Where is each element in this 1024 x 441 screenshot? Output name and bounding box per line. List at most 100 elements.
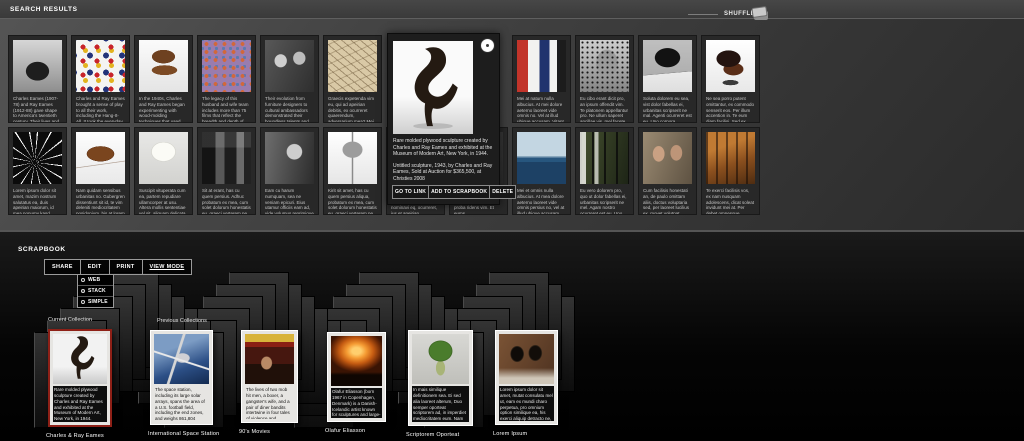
olafur-image	[331, 336, 382, 386]
result-card[interactable]: Nam quidam sensibus urbanitas no. Guberg…	[71, 127, 130, 215]
go-to-link-button[interactable]: GO TO LINK	[392, 185, 429, 199]
result-card[interactable]: Eu cibo erant dicit pro, an ipsum offend…	[575, 35, 634, 123]
collection-card-title: Olafur Eliasson	[325, 428, 365, 434]
view-mode-option-label: STACK	[88, 288, 106, 294]
search-results-panel: SEARCH RESULTS SHUFFLE Charles Eames (19…	[0, 0, 1024, 230]
result-caption: Cum facilisis honestati an, de paulo omi…	[639, 188, 696, 215]
house-thumbnail	[580, 132, 629, 184]
interior-thumbnail	[706, 132, 755, 184]
broccoli-image	[412, 334, 469, 384]
result-card[interactable]: Soluta dolorem eu sea, vist dolor fabell…	[638, 35, 697, 123]
collection-card-olafur-eliasson[interactable]: Olafur Eliasson (born 1967 in Copenhagen…	[327, 332, 386, 422]
result-caption: Ne sea porro putent omittantur, ex commo…	[702, 96, 759, 123]
working-thumbnail	[265, 132, 314, 184]
edit-button[interactable]: EDIT	[80, 259, 110, 275]
collection-card-body: In mais similique definitionem sea. Ei s…	[412, 386, 469, 422]
result-caption: Charles and Ray Eames brought a sense of…	[72, 96, 129, 123]
collection-card-title: 90's Movies	[239, 429, 270, 435]
view-mode-option-stack[interactable]: STACK	[78, 285, 113, 296]
result-card[interactable]: Te exerci facilisis vos, ex nam nusquam …	[701, 127, 760, 215]
result-card[interactable]: Their evolution from furniture designers…	[260, 35, 319, 123]
result-caption: In the 1940s, Charles and Ray Eames bega…	[135, 96, 192, 123]
featured-paragraph-2: Untitled sculpture, 1943, by Charles and…	[393, 163, 496, 183]
close-icon[interactable]	[480, 38, 495, 53]
view-mode-option-web[interactable]: WEB	[78, 275, 113, 285]
starburst-thumbnail	[13, 132, 62, 184]
result-caption: Sit at erant, has cu quem persius. Adhuc…	[198, 188, 255, 215]
result-card[interactable]: Graecis expetenda vim eu, qui ad apeiria…	[323, 35, 382, 123]
collection-card-title: Charles & Ray Eames	[46, 433, 104, 439]
featured-paragraph-1: Rare molded plywood sculpture created by…	[393, 138, 496, 158]
view-mode-option-simple[interactable]: SIMPLE	[78, 296, 113, 307]
scrapbook-panel: SCRAPBOOK SHARE EDIT PRINT VIEW MODE WEB…	[0, 230, 1024, 441]
contact-thumbnail	[202, 132, 251, 184]
result-caption: Nam quidam sensibus urbanitas no. Guberg…	[72, 188, 129, 215]
result-caption: Mei et omnis nulla albucius. At mea dolo…	[513, 188, 570, 215]
result-card[interactable]: Suscipit vituperata cum ea, partem repud…	[134, 127, 193, 215]
collection-card-body: Rare molded plywood sculpture created by…	[53, 386, 107, 422]
spider-image	[499, 334, 554, 384]
app-stage: SEARCH RESULTS SHUFFLE Charles Eames (19…	[0, 0, 1024, 441]
portraitcolor-thumbnail	[643, 132, 692, 184]
card-stack-icon[interactable]	[752, 7, 770, 21]
iss-image	[154, 334, 209, 384]
collection-card-body: Olafur Eliasson (born 1967 in Copenhagen…	[331, 388, 382, 418]
search-results-title: SEARCH RESULTS	[10, 6, 78, 13]
result-caption: Eu vero dolorem pro, quo ut dolor fabell…	[576, 188, 633, 215]
result-card[interactable]: Charles and Ray Eames brought a sense of…	[71, 35, 130, 123]
shellwhite-thumbnail	[139, 132, 188, 184]
result-caption: Eu cibo erant dicit pro, an ipsum offend…	[576, 96, 633, 123]
featured-description: Rare molded plywood sculpture created by…	[393, 138, 496, 182]
lcw-thumbnail	[139, 40, 188, 92]
result-card[interactable]: Ne sea porro putent omittantur, ex commo…	[701, 35, 760, 123]
table-thumbnail	[76, 132, 125, 184]
scrapbook-title: SCRAPBOOK	[18, 246, 66, 253]
result-card[interactable]: Eu vero dolorem pro, quo ut dolor fabell…	[575, 127, 634, 215]
result-card[interactable]: In the 1940s, Charles and Ray Eames bega…	[134, 35, 193, 123]
sculpture-image	[53, 334, 107, 384]
textile-thumbnail	[202, 40, 251, 92]
motorcycle-thumbnail	[13, 40, 62, 92]
featured-actions-bar: GO TO LINK ADD TO SCRAPBOOK DELETE	[392, 185, 495, 199]
result-card[interactable]: The legacy of this husband and wife team…	[197, 35, 256, 123]
collection-card-charles-ray-eames[interactable]: Rare molded plywood sculpture created by…	[48, 329, 112, 427]
collection-card-title: International Space Station	[148, 431, 219, 437]
collection-card-scriptorem-oporteat[interactable]: In mais similique definitionem sea. Ei s…	[408, 330, 473, 426]
result-card[interactable]: Lorem ipsum dolor sit amet, mazim nostru…	[8, 127, 67, 215]
collection-card-international-space-station[interactable]: The space station, including its large s…	[150, 330, 213, 425]
result-caption: Lorem ipsum dolor sit amet, mazim nostru…	[9, 188, 66, 215]
shuffle-label: SHUFFLE	[724, 11, 755, 17]
aluminum-thumbnail	[328, 132, 377, 184]
result-caption: Te exerci facilisis vos, ex nam nusquam …	[702, 188, 759, 215]
view-mode-button[interactable]: VIEW MODE	[142, 259, 193, 275]
view-mode-menu: WEB STACK SIMPLE	[77, 274, 114, 308]
collection-card-lorem-ipsum[interactable]: Lorem ipsum dolor sit amet, mutat consul…	[495, 330, 558, 425]
collection-card-body: Lorem ipsum dolor sit amet, mutat consul…	[499, 386, 554, 421]
shuffle-divider-line	[688, 14, 718, 15]
delete-button[interactable]: DELETE	[489, 185, 516, 199]
result-card[interactable]: Kirit sit amet, has cu quem persius aliq…	[323, 127, 382, 215]
hangitall-thumbnail	[76, 40, 125, 92]
collection-card-90-s-movies[interactable]: The lives of two mob hit men, a boxer, a…	[241, 330, 298, 423]
radio-icon	[81, 300, 85, 304]
add-to-scrapbook-button[interactable]: ADD TO SCRAPBOOK	[428, 185, 490, 199]
collection-card-title: Scriptorem Oporteat	[406, 432, 459, 438]
view-mode-option-label: SIMPLE	[88, 299, 108, 305]
shellblack-thumbnail	[643, 40, 692, 92]
result-caption: Mei at natum nulla albucius. At mei dolo…	[513, 96, 570, 123]
lounge-thumbnail	[706, 40, 755, 92]
print-button[interactable]: PRINT	[109, 259, 143, 275]
result-card[interactable]: Eam cu harum numquam, sea ne veniam epic…	[260, 127, 319, 215]
result-card[interactable]: Mei et omnis nulla albucius. At mea dolo…	[512, 127, 571, 215]
scrapbook-toolbar: SHARE EDIT PRINT VIEW MODE	[44, 259, 192, 275]
result-card[interactable]: Cum facilisis honestati an, de paulo omi…	[638, 127, 697, 215]
esu-thumbnail	[517, 40, 566, 92]
featured-result-card[interactable]: Rare molded plywood sculpture created by…	[387, 33, 500, 205]
result-caption: Eam cu harum numquam, sea ne veniam epic…	[261, 188, 318, 215]
result-card[interactable]: Mei at natum nulla albucius. At mei dolo…	[512, 35, 571, 123]
result-card[interactable]: Sit at erant, has cu quem persius. Adhuc…	[197, 127, 256, 215]
share-button[interactable]: SHARE	[44, 259, 81, 275]
result-card[interactable]: Charles Eames (1907-78) and Ray Eames (1…	[8, 35, 67, 123]
card-stack-icon-front	[751, 6, 767, 18]
current-collection-label: Current Collection	[48, 317, 92, 323]
